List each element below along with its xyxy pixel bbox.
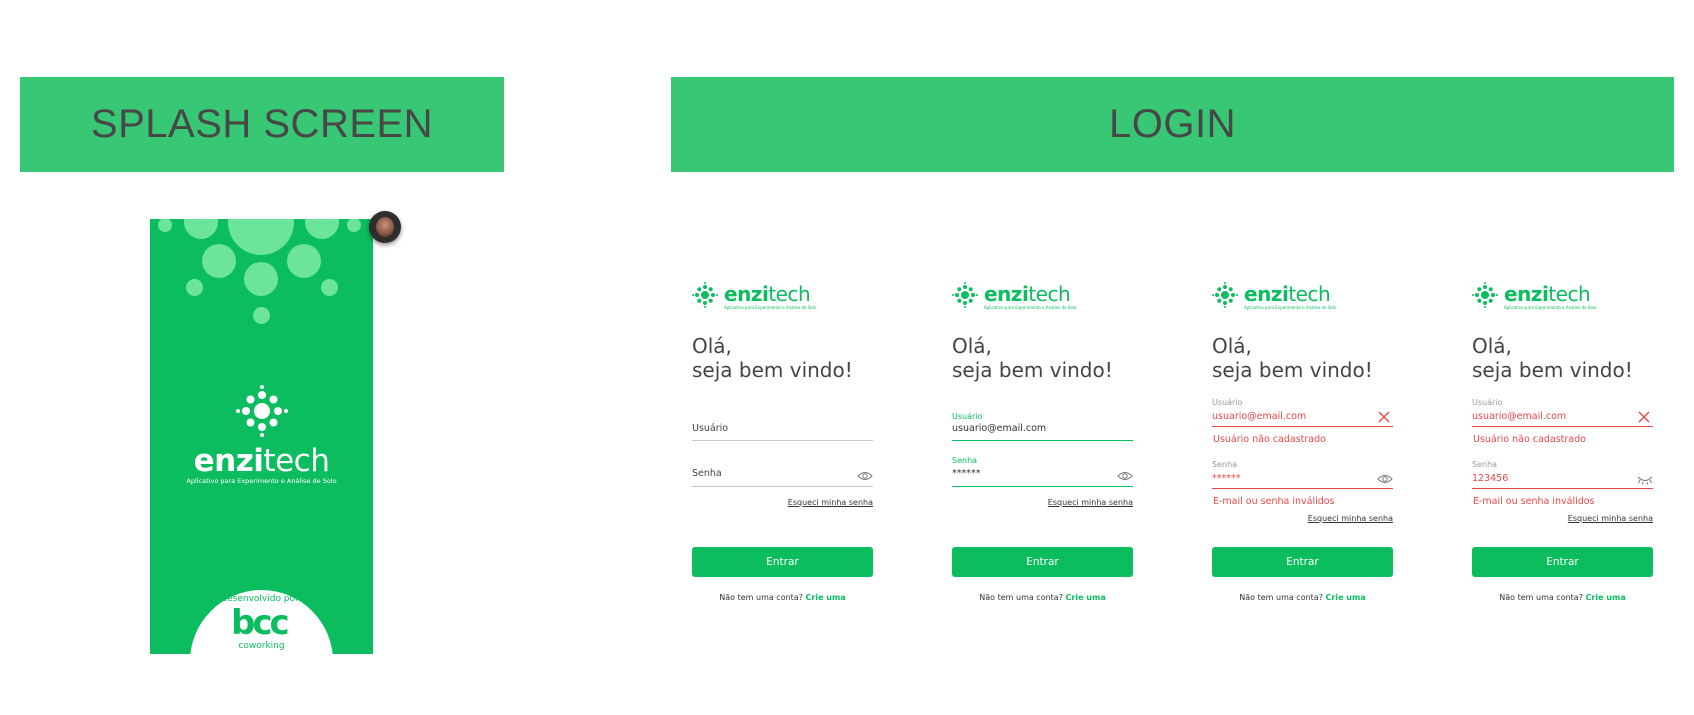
greeting: Olá, seja bem vindo! <box>692 334 853 382</box>
signup-link[interactable]: Crie uma <box>1326 593 1366 602</box>
brand-tagline: Aplicativo para Experimento e Análise de… <box>984 305 1077 310</box>
password-input[interactable]: 123456 <box>1472 473 1508 484</box>
brand-header: enzitech Aplicativo para Experimento e A… <box>952 282 1137 312</box>
user-input-underline <box>692 440 873 441</box>
forgot-password-link[interactable]: Esqueci minha senha <box>788 498 873 507</box>
signup-prompt: Não tem uma conta? Crie uma <box>979 593 1106 602</box>
user-label: Usuário <box>952 412 983 421</box>
splash-screen: enzitech Aplicativo para Experimento e A… <box>150 219 373 654</box>
splash-screen-banner: SPLASH SCREEN <box>20 77 504 172</box>
enzitech-logo-icon <box>1212 282 1238 308</box>
brand-name: enzitech <box>984 282 1071 306</box>
eye-closed-icon[interactable] <box>1637 473 1653 485</box>
enzitech-logo-icon <box>692 282 718 308</box>
signup-link[interactable]: Crie uma <box>806 593 846 602</box>
brand-header: enzitech Aplicativo para Experimento e A… <box>1212 282 1397 312</box>
user-input-underline <box>952 440 1133 441</box>
password-label: Senha <box>1212 460 1238 469</box>
password-input-underline <box>952 486 1133 487</box>
enter-button[interactable]: Entrar <box>1212 547 1393 577</box>
user-label: Usuário <box>1212 398 1243 407</box>
login-banner: LOGIN <box>671 77 1674 172</box>
password-label: Senha <box>952 456 978 465</box>
user-input[interactable]: usuario@email.com <box>1472 411 1566 422</box>
greeting: Olá, seja bem vindo! <box>952 334 1113 382</box>
password-error-message: E-mail ou senha inválidos <box>1213 496 1335 507</box>
password-label: Senha <box>1472 460 1498 469</box>
password-input[interactable]: ****** <box>1212 473 1241 484</box>
login-screen-error-visible: enzitech Aplicativo para Experimento e A… <box>1472 270 1657 620</box>
greeting: Olá, seja bem vindo! <box>1472 334 1633 382</box>
enzitech-logo-icon <box>952 282 978 308</box>
clear-icon[interactable] <box>1638 411 1650 423</box>
user-input[interactable]: Usuário <box>692 423 728 434</box>
password-input[interactable]: Senha <box>692 468 722 479</box>
password-error-message: E-mail ou senha inválidos <box>1473 496 1595 507</box>
forgot-password-link[interactable]: Esqueci minha senha <box>1308 514 1393 523</box>
user-input-underline <box>1212 426 1393 427</box>
eye-icon[interactable] <box>1117 470 1133 482</box>
signup-prompt: Não tem uma conta? Crie uma <box>1499 593 1626 602</box>
clear-icon[interactable] <box>1378 411 1390 423</box>
signup-prompt: Não tem uma conta? Crie uma <box>1239 593 1366 602</box>
avatar-face-icon <box>376 217 394 237</box>
brand-name: enzitech <box>724 282 811 306</box>
brand-name: enzitech <box>1504 282 1591 306</box>
enzitech-logo-icon <box>236 385 288 437</box>
brand-header: enzitech Aplicativo para Experimento e A… <box>1472 282 1657 312</box>
user-input[interactable]: usuario@email.com <box>1212 411 1306 422</box>
splash-brand-name: enzitech <box>193 443 330 479</box>
signup-link[interactable]: Crie uma <box>1586 593 1626 602</box>
forgot-password-link[interactable]: Esqueci minha senha <box>1048 498 1133 507</box>
user-input-underline <box>1472 426 1653 427</box>
signup-link[interactable]: Crie uma <box>1066 593 1106 602</box>
user-error-message: Usuário não cadastrado <box>1473 434 1586 445</box>
brand-header: enzitech Aplicativo para Experimento e A… <box>692 282 877 312</box>
eye-icon[interactable] <box>1377 473 1393 485</box>
login-screen-filled: enzitech Aplicativo para Experimento e A… <box>952 270 1137 620</box>
user-label: Usuário <box>1472 398 1503 407</box>
brand-tagline: Aplicativo para Experimento e Análise de… <box>1504 305 1597 310</box>
bcc-logo: bcc <box>231 603 290 643</box>
splash-tagline: Aplicativo para Experimento e Análise de… <box>186 477 337 485</box>
brand-name: enzitech <box>1244 282 1331 306</box>
login-screen-error-hidden: enzitech Aplicativo para Experimento e A… <box>1212 270 1397 620</box>
password-input-underline <box>1212 488 1393 489</box>
user-avatar[interactable] <box>369 211 401 243</box>
enzitech-logo-icon <box>1472 282 1498 308</box>
user-input[interactable]: usuario@email.com <box>952 423 1046 434</box>
user-error-message: Usuário não cadastrado <box>1213 434 1326 445</box>
login-screen-empty: enzitech Aplicativo para Experimento e A… <box>692 270 877 620</box>
coworking-label: coworking <box>238 641 285 651</box>
password-input[interactable]: ****** <box>952 468 981 479</box>
password-input-underline <box>692 486 873 487</box>
enter-button[interactable]: Entrar <box>952 547 1133 577</box>
password-input-underline <box>1472 488 1653 489</box>
brand-tagline: Aplicativo para Experimento e Análise de… <box>724 305 817 310</box>
greeting: Olá, seja bem vindo! <box>1212 334 1373 382</box>
forgot-password-link[interactable]: Esqueci minha senha <box>1568 514 1653 523</box>
brand-tagline: Aplicativo para Experimento e Análise de… <box>1244 305 1337 310</box>
eye-icon[interactable] <box>857 470 873 482</box>
enter-button[interactable]: Entrar <box>692 547 873 577</box>
enter-button[interactable]: Entrar <box>1472 547 1653 577</box>
signup-prompt: Não tem uma conta? Crie uma <box>719 593 846 602</box>
